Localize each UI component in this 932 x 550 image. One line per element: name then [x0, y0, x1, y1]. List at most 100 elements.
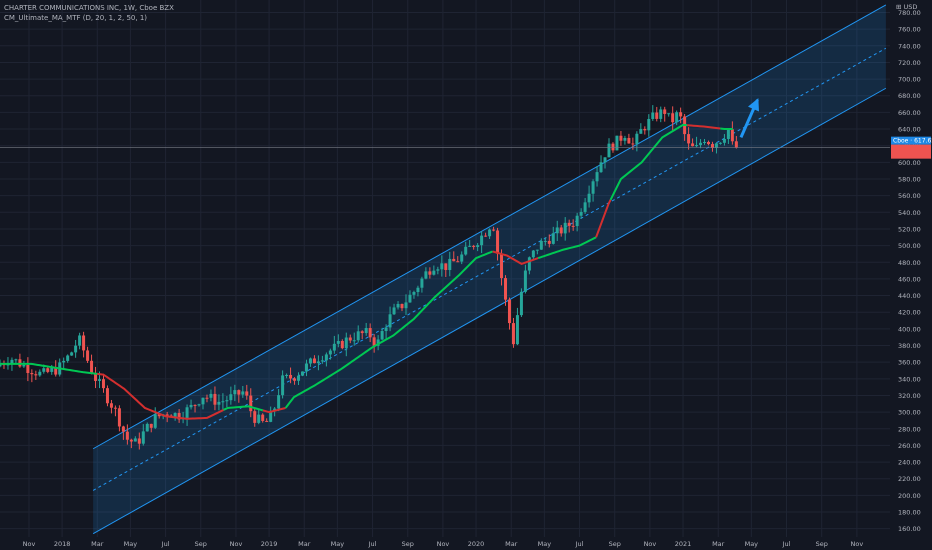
- candle-body: [619, 135, 623, 141]
- candle-body: [62, 360, 66, 363]
- candle-body: [659, 109, 663, 119]
- price-tick-label: 580.00: [898, 176, 921, 184]
- candle-body: [551, 233, 555, 244]
- time-tick-label: Mar: [505, 540, 518, 548]
- candle-body: [468, 245, 472, 247]
- candle-body: [714, 143, 718, 148]
- candle-body: [710, 144, 714, 148]
- candle-body: [265, 420, 269, 422]
- candle-body: [687, 134, 691, 144]
- candle-body: [496, 230, 500, 254]
- time-tick-label: May: [745, 540, 759, 548]
- candle-body: [261, 414, 265, 421]
- candle-body: [627, 137, 631, 144]
- price-axis[interactable]: ⊞ USD160.00180.00200.00220.00240.00260.0…: [891, 3, 932, 533]
- price-tick-label: 160.00: [898, 525, 921, 533]
- candle-body: [424, 271, 428, 279]
- candle-body: [30, 373, 34, 375]
- price-chart[interactable]: ⊞ USD160.00180.00200.00220.00240.00260.0…: [0, 0, 932, 550]
- candle-body: [452, 258, 456, 262]
- indicator-label[interactable]: CM_Ultimate_MA_MTF (D, 20, 1, 2, 50, 1): [4, 14, 147, 22]
- price-tick-label: 640.00: [898, 126, 921, 134]
- candle-body: [197, 404, 201, 406]
- price-tick-label: 700.00: [898, 76, 921, 84]
- candle-body: [420, 278, 424, 288]
- candle-body: [316, 361, 320, 364]
- time-tick-label: Nov: [437, 540, 450, 548]
- candle-body: [523, 270, 527, 292]
- candle-body: [109, 403, 113, 408]
- candle-body: [193, 404, 197, 406]
- candle-body: [476, 245, 480, 247]
- candle-body: [595, 172, 599, 182]
- candle-body: [98, 379, 102, 381]
- candle-body: [663, 109, 667, 114]
- time-tick-label: Mar: [298, 540, 311, 548]
- candle-body: [257, 414, 261, 423]
- candle-body: [141, 431, 145, 444]
- candle-body: [117, 408, 121, 427]
- candle-body: [623, 137, 627, 141]
- candle-body: [348, 337, 352, 341]
- candle-body: [380, 331, 384, 340]
- candle-body: [360, 331, 364, 334]
- time-tick-label: Mar: [712, 540, 725, 548]
- candle-body: [639, 129, 643, 134]
- candle-body: [229, 394, 233, 401]
- price-tick-label: 240.00: [898, 459, 921, 467]
- candle-body: [145, 423, 149, 432]
- candle-body: [233, 390, 237, 395]
- time-tick-label: Jul: [782, 540, 791, 548]
- candle-body: [237, 390, 241, 395]
- candle-body: [388, 314, 392, 328]
- candle-body: [416, 287, 420, 293]
- price-tick-label: 540.00: [898, 209, 921, 217]
- price-tick-label: 560.00: [898, 192, 921, 200]
- price-tick-label: 380.00: [898, 342, 921, 350]
- candle-body: [691, 143, 695, 147]
- candle-body: [655, 112, 659, 119]
- price-tick-label: 180.00: [898, 509, 921, 517]
- price-tick-label: 200.00: [898, 492, 921, 500]
- price-tick-label: 760.00: [898, 26, 921, 34]
- candle-body: [559, 227, 563, 234]
- time-tick-label: 2018: [54, 540, 71, 548]
- candle-body: [82, 335, 86, 351]
- candle-body: [46, 368, 50, 372]
- candle-body: [706, 141, 710, 145]
- symbol-title[interactable]: CHARTER COMMUNICATIONS INC, 1W, Cboe BZX: [4, 4, 174, 12]
- candle-body: [312, 358, 316, 364]
- candle-body: [547, 240, 551, 244]
- candle-body: [297, 375, 301, 381]
- regression-channel: [92, 4, 887, 535]
- candle-body: [50, 367, 54, 372]
- candle-body: [631, 143, 635, 145]
- candle-body: [563, 222, 567, 234]
- time-tick-label: Sep: [816, 540, 828, 548]
- candle-body: [285, 374, 289, 376]
- candle-body: [328, 350, 332, 355]
- candle-body: [304, 363, 308, 372]
- candle-body: [66, 355, 70, 361]
- price-tick-label: 780.00: [898, 9, 921, 17]
- candle-body: [500, 253, 504, 279]
- candle-body: [472, 245, 476, 247]
- candle-body: [635, 133, 639, 144]
- candle-body: [511, 323, 515, 345]
- time-axis[interactable]: Nov 2018 Mar May Jul Sep Nov 2019 Mar May Jul Sep No…: [23, 540, 864, 548]
- candle-body: [579, 211, 583, 216]
- candle-body: [404, 302, 408, 309]
- time-tick-label: Sep: [195, 540, 207, 548]
- time-tick-label: 2021: [675, 540, 692, 548]
- candle-body: [113, 407, 117, 409]
- price-tick-label: 340.00: [898, 375, 921, 383]
- candle-body: [408, 294, 412, 303]
- candle-body: [599, 162, 603, 173]
- candle-body: [392, 307, 396, 315]
- candle-body: [344, 337, 348, 349]
- candle-body: [667, 113, 671, 115]
- candle-body: [42, 368, 46, 372]
- candle-body: [384, 327, 388, 332]
- price-tick-label: 680.00: [898, 92, 921, 100]
- candle-body: [225, 400, 229, 402]
